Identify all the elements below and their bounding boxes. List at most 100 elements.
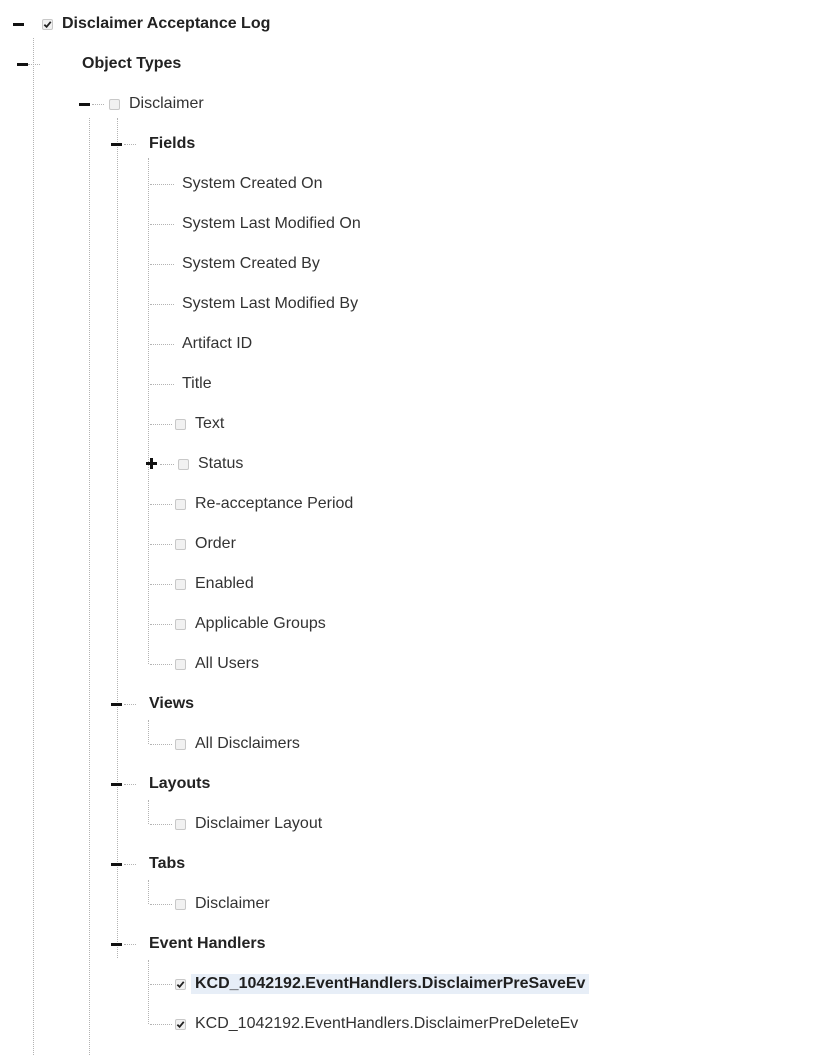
tree-node-event-handlers[interactable]: Event Handlers xyxy=(149,931,265,957)
collapse-toggle[interactable] xyxy=(10,16,26,32)
node-label: KCD_1042192.EventHandlers.DisclaimerPreS… xyxy=(191,974,590,994)
collapse-toggle[interactable] xyxy=(108,696,124,712)
tree-line xyxy=(124,944,136,945)
tree-line xyxy=(150,224,174,225)
node-label: Enabled xyxy=(195,575,254,592)
tree-node-object-types[interactable]: Object Types xyxy=(82,51,181,77)
tree-node-field[interactable]: System Created By xyxy=(182,251,320,277)
node-checkbox[interactable] xyxy=(175,1018,186,1030)
tree-line xyxy=(150,1024,172,1025)
tree-line xyxy=(150,544,172,545)
tree-line xyxy=(124,784,136,785)
node-label: Text xyxy=(195,415,225,432)
node-label: Disclaimer Layout xyxy=(195,815,323,832)
tree-node-field[interactable]: All Users xyxy=(175,651,259,677)
tree-line xyxy=(150,504,172,505)
tree-line xyxy=(148,880,149,904)
tree-node-tabs[interactable]: Tabs xyxy=(149,851,185,877)
tree-node-field[interactable]: Artifact ID xyxy=(182,331,252,357)
tree-line xyxy=(89,118,90,1055)
node-checkbox[interactable] xyxy=(175,978,186,990)
node-label: Order xyxy=(195,535,236,552)
object-tree: Disclaimer Acceptance Log Object Types D… xyxy=(0,0,820,1055)
tree-line xyxy=(150,904,172,905)
tree-line xyxy=(148,158,149,664)
tree-line xyxy=(150,624,172,625)
tree-line xyxy=(150,184,174,185)
tree-node-field[interactable]: Enabled xyxy=(175,571,254,597)
tree-line xyxy=(150,304,174,305)
tree-node-field[interactable]: Order xyxy=(175,531,236,557)
tree-node-views[interactable]: Views xyxy=(149,691,194,717)
node-label: System Last Modified By xyxy=(182,295,359,312)
tree-line xyxy=(148,960,149,1024)
tree-node-root[interactable]: Disclaimer Acceptance Log xyxy=(42,11,270,37)
node-checkbox[interactable] xyxy=(42,18,53,30)
node-label: Layouts xyxy=(149,775,211,792)
tree-node-layouts[interactable]: Layouts xyxy=(149,771,210,797)
tree-node-field[interactable]: Re-acceptance Period xyxy=(175,491,353,517)
tree-node-event-handler-selected[interactable]: KCD_1042192.EventHandlers.DisclaimerPreS… xyxy=(175,971,590,997)
tree-node-field-status[interactable]: Status xyxy=(178,451,243,477)
tree-line xyxy=(150,584,172,585)
tree-line xyxy=(160,464,174,465)
tree-node-tab[interactable]: Disclaimer xyxy=(175,891,270,917)
node-checkbox[interactable] xyxy=(175,538,186,550)
node-label: Disclaimer xyxy=(195,895,270,912)
tree-line xyxy=(150,744,172,745)
tree-node-field[interactable]: Title xyxy=(182,371,212,397)
tree-node-fields[interactable]: Fields xyxy=(149,131,195,157)
tree-line xyxy=(150,264,174,265)
tree-line xyxy=(92,104,104,105)
tree-line xyxy=(124,144,136,145)
collapse-toggle[interactable] xyxy=(108,856,124,872)
node-checkbox[interactable] xyxy=(175,498,186,510)
tree-line xyxy=(150,984,172,985)
tree-line xyxy=(148,720,149,744)
node-checkbox[interactable] xyxy=(175,658,186,670)
node-label: Event Handlers xyxy=(149,935,266,952)
node-label: Fields xyxy=(149,135,196,152)
node-label: System Created By xyxy=(182,255,320,272)
tree-node-disclaimer[interactable]: Disclaimer xyxy=(109,91,204,117)
tree-line xyxy=(150,824,172,825)
collapse-toggle[interactable] xyxy=(108,136,124,152)
node-label: All Disclaimers xyxy=(195,735,300,752)
tree-line xyxy=(124,864,136,865)
tree-line xyxy=(117,118,118,958)
node-label: Object Types xyxy=(82,55,182,72)
node-label: Tabs xyxy=(149,855,186,872)
tree-node-field[interactable]: System Last Modified On xyxy=(182,211,361,237)
collapse-toggle[interactable] xyxy=(108,936,124,952)
node-checkbox[interactable] xyxy=(175,578,186,590)
tree-node-field[interactable]: System Last Modified By xyxy=(182,291,358,317)
tree-line xyxy=(28,64,40,65)
node-checkbox[interactable] xyxy=(175,898,186,910)
node-checkbox[interactable] xyxy=(175,738,186,750)
tree-node-event-handler[interactable]: KCD_1042192.EventHandlers.DisclaimerPreD… xyxy=(175,1011,578,1037)
expand-toggle[interactable] xyxy=(144,456,160,472)
tree-node-field[interactable]: Applicable Groups xyxy=(175,611,326,637)
tree-node-view[interactable]: All Disclaimers xyxy=(175,731,300,757)
node-label: System Created On xyxy=(182,175,323,192)
node-checkbox[interactable] xyxy=(109,98,120,110)
node-checkbox[interactable] xyxy=(175,618,186,630)
tree-node-layout[interactable]: Disclaimer Layout xyxy=(175,811,322,837)
tree-node-field[interactable]: Text xyxy=(175,411,224,437)
tree-node-field[interactable]: System Created On xyxy=(182,171,323,197)
node-label: Disclaimer Acceptance Log xyxy=(62,15,271,32)
tree-line xyxy=(148,800,149,824)
node-label: Status xyxy=(198,455,244,472)
node-checkbox[interactable] xyxy=(178,458,189,470)
node-label: System Last Modified On xyxy=(182,215,361,232)
node-checkbox[interactable] xyxy=(175,818,186,830)
tree-line xyxy=(150,424,172,425)
collapse-toggle[interactable] xyxy=(76,96,92,112)
tree-line xyxy=(33,38,34,1055)
tree-line xyxy=(124,704,136,705)
tree-line xyxy=(150,344,174,345)
node-label: Title xyxy=(182,375,212,392)
node-label: Disclaimer xyxy=(129,95,204,112)
collapse-toggle[interactable] xyxy=(108,776,124,792)
node-checkbox[interactable] xyxy=(175,418,186,430)
